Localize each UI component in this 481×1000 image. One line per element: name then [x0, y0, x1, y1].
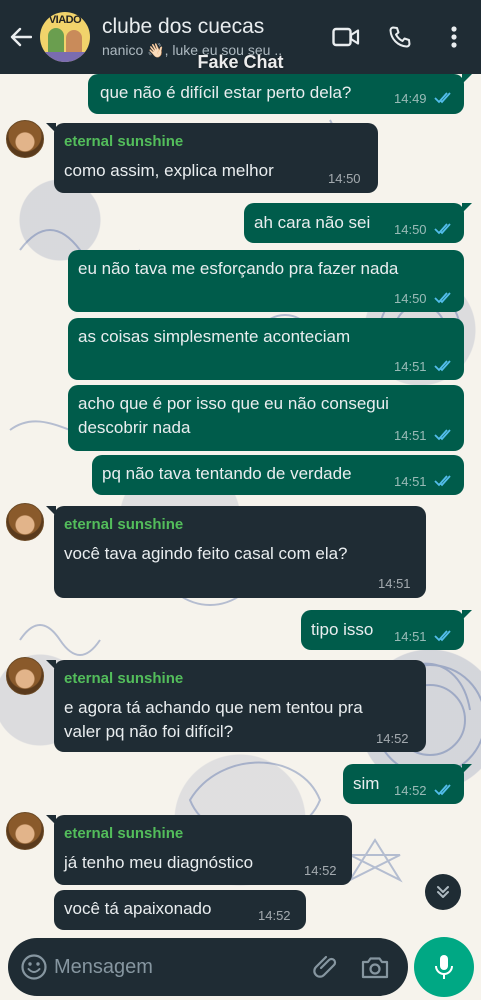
- sender-name: eternal sunshine: [64, 670, 184, 687]
- read-ticks-icon: [434, 429, 451, 441]
- message-time: 14:52: [394, 783, 427, 798]
- message-time: 14:51: [394, 629, 427, 644]
- group-title: clube dos cuecas: [102, 15, 265, 38]
- message-time: 14:51: [394, 428, 427, 443]
- scroll-to-bottom-button[interactable]: [425, 874, 461, 910]
- message-composer: [8, 938, 408, 996]
- message-time: 14:51: [378, 576, 411, 591]
- message-text: você tá apaixonado: [64, 899, 212, 918]
- read-ticks-icon: [434, 784, 451, 796]
- read-ticks-icon: [434, 223, 451, 235]
- message-bubble-incoming[interactable]: eternal sunshine já tenho meu diagnóstic…: [46, 815, 352, 885]
- avatar[interactable]: [6, 503, 44, 541]
- avatar[interactable]: [6, 657, 44, 695]
- message-time: 14:50: [394, 222, 427, 237]
- message-text-line2: valer pq não foi difícil?: [64, 722, 234, 741]
- read-ticks-icon: [434, 630, 451, 642]
- paperclip-icon[interactable]: [312, 953, 340, 981]
- camera-icon[interactable]: [360, 953, 390, 981]
- microphone-icon: [435, 955, 453, 979]
- message-time: 14:52: [304, 863, 337, 878]
- double-chevron-down-icon: [437, 886, 449, 898]
- message-bubble-incoming[interactable]: você tá apaixonado 14:52: [54, 890, 306, 930]
- message-bubble-outgoing[interactable]: ah cara não sei 14:50: [244, 203, 472, 243]
- message-time: 14:51: [394, 359, 427, 374]
- read-ticks-icon: [434, 360, 451, 372]
- message-bubble-incoming[interactable]: eternal sunshine como assim, explica mel…: [46, 123, 378, 193]
- watermark: Fake Chat: [197, 52, 284, 72]
- message-time: 14:51: [394, 474, 427, 489]
- message-bubble-outgoing[interactable]: eu não tava me esforçando pra fazer nada…: [68, 250, 464, 312]
- read-ticks-icon: [434, 92, 451, 104]
- voice-message-button[interactable]: [414, 937, 474, 997]
- avatar[interactable]: [6, 120, 44, 158]
- avatar[interactable]: [6, 812, 44, 850]
- message-input[interactable]: [54, 952, 254, 982]
- smiley-icon[interactable]: [20, 953, 48, 981]
- group-avatar-text: VIADO: [48, 14, 82, 26]
- message-bubble-incoming[interactable]: eternal sunshine você tava agindo feito …: [46, 506, 426, 598]
- message-time: 14:50: [328, 171, 361, 186]
- message-bubble-outgoing[interactable]: tipo isso 14:51: [301, 610, 472, 650]
- message-text: como assim, explica melhor: [64, 161, 274, 180]
- sender-name: eternal sunshine: [64, 516, 184, 533]
- sender-name: eternal sunshine: [64, 133, 184, 150]
- message-bubble-incoming[interactable]: eternal sunshine e agora tá achando que …: [46, 660, 426, 752]
- message-time: 14:50: [394, 291, 427, 306]
- message-text-line2: descobrir nada: [78, 418, 191, 437]
- read-ticks-icon: [434, 475, 451, 487]
- message-bubble-outgoing[interactable]: pq não tava tentando de verdade 14:51: [92, 455, 464, 495]
- message-time: 14:52: [258, 908, 291, 923]
- message-text: você tava agindo feito casal com ela?: [64, 544, 348, 563]
- message-time: 14:49: [394, 91, 427, 106]
- read-ticks-icon: [434, 292, 451, 304]
- message-bubble-outgoing[interactable]: que não é difícil estar perto dela? 14:4…: [88, 74, 472, 114]
- message-text: as coisas simplesmente aconteciam: [78, 327, 351, 346]
- phone-icon: [389, 26, 411, 48]
- sender-name: eternal sunshine: [64, 825, 184, 842]
- message-text: já tenho meu diagnóstico: [64, 853, 254, 872]
- video-camera-icon: [332, 27, 360, 47]
- message-text-line1: e agora tá achando que nem tentou pra: [64, 698, 363, 717]
- message-text: pq não tava tentando de verdade: [102, 464, 352, 483]
- message-text-line1: acho que é por isso que eu não consegui: [78, 394, 389, 413]
- arrow-left-icon: [10, 27, 32, 47]
- message-bubble-outgoing[interactable]: acho que é por isso que eu não consegui …: [68, 385, 464, 451]
- vertical-dots-icon: [451, 26, 457, 48]
- message-text: eu não tava me esforçando pra fazer nada: [78, 259, 399, 278]
- message-time: 14:52: [376, 731, 409, 746]
- message-text: sim: [353, 774, 380, 793]
- message-bubble-outgoing[interactable]: sim 14:52: [343, 764, 472, 804]
- message-bubble-outgoing[interactable]: as coisas simplesmente aconteciam 14:51: [68, 318, 464, 380]
- message-text: que não é difícil estar perto dela?: [100, 83, 352, 102]
- message-text: ah cara não sei: [254, 213, 371, 232]
- message-text: tipo isso: [311, 620, 374, 639]
